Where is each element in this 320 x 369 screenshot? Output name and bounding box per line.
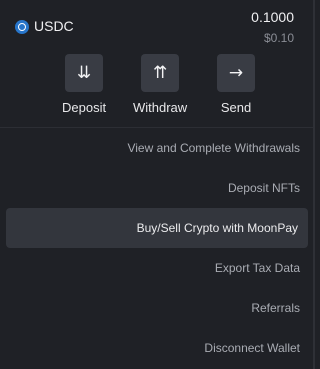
menu-item-view-withdrawals[interactable]: View and Complete Withdrawals bbox=[0, 128, 313, 168]
send-arrow-right-icon[interactable]: → bbox=[217, 54, 255, 92]
withdraw-label: Withdraw bbox=[133, 100, 188, 115]
wallet-panel: USDC 0.1000 $0.10 ⇊ Deposit ⇈ Withdraw →… bbox=[0, 0, 315, 369]
token-usd-value: $0.10 bbox=[263, 31, 294, 45]
menu-item-disconnect-wallet[interactable]: Disconnect Wallet bbox=[0, 328, 313, 368]
token-amount: 0.1000 bbox=[251, 9, 294, 25]
action-buttons: ⇊ Deposit ⇈ Withdraw → Send bbox=[0, 54, 313, 116]
menu-item-moonpay[interactable]: Buy/Sell Crypto with MoonPay bbox=[6, 208, 308, 248]
token-symbol: USDC bbox=[34, 18, 74, 34]
send-button[interactable]: → Send bbox=[217, 54, 255, 115]
usdc-coin-icon bbox=[15, 20, 29, 34]
token-balance-row: USDC 0.1000 $0.10 bbox=[0, 0, 315, 50]
menu-item-referrals[interactable]: Referrals bbox=[0, 288, 313, 328]
deposit-arrows-down-icon[interactable]: ⇊ bbox=[65, 54, 104, 92]
withdraw-arrows-up-icon[interactable]: ⇈ bbox=[141, 54, 180, 92]
menu-item-export-tax-data[interactable]: Export Tax Data bbox=[0, 248, 313, 288]
send-label: Send bbox=[220, 100, 252, 115]
withdraw-button[interactable]: ⇈ Withdraw bbox=[133, 54, 187, 115]
deposit-label: Deposit bbox=[62, 100, 107, 115]
deposit-button[interactable]: ⇊ Deposit bbox=[62, 54, 106, 115]
wallet-menu: View and Complete Withdrawals Deposit NF… bbox=[0, 128, 313, 368]
menu-item-deposit-nfts[interactable]: Deposit NFTs bbox=[0, 168, 313, 208]
